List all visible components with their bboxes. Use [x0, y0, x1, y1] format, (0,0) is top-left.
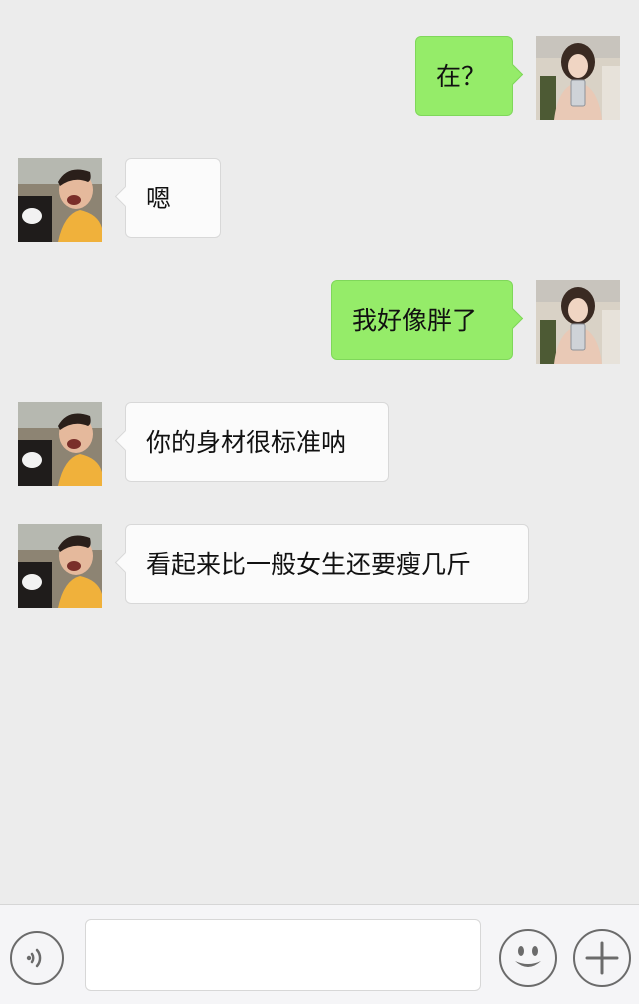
- message-row: 你的身材很标准呐: [0, 402, 639, 486]
- incoming-bubble[interactable]: 嗯: [114, 158, 221, 238]
- outgoing-bubble[interactable]: 我好像胖了: [331, 280, 524, 360]
- message-row: 我好像胖了: [0, 280, 639, 364]
- message-text: 你的身材很标准呐: [146, 427, 347, 457]
- incoming-bubble[interactable]: 看起来比一般女生还要瘦几斤: [114, 524, 529, 604]
- bubble-tail: [114, 429, 137, 452]
- message-input[interactable]: [85, 919, 481, 991]
- emoji-icon: [515, 946, 541, 967]
- message-text: 我好像胖了: [352, 305, 478, 335]
- bubble-tail: [114, 185, 137, 208]
- voice-icon: [26, 948, 42, 968]
- contact-avatar[interactable]: [18, 524, 102, 608]
- contact-avatar[interactable]: [18, 158, 102, 242]
- message-list[interactable]: 在？ 嗯 我好像胖了 你的身材很标准呐 看起来比一般女生还要瘦几斤: [0, 0, 639, 904]
- message-row: 看起来比一般女生还要瘦几斤: [0, 524, 639, 608]
- chat-screen: 在？ 嗯 我好像胖了 你的身材很标准呐 看起来比一般女生还要瘦几斤: [0, 0, 639, 1004]
- message-row: 在？: [0, 36, 639, 120]
- incoming-bubble[interactable]: 你的身材很标准呐: [114, 402, 389, 482]
- bubble-tail: [501, 307, 524, 330]
- message-text: 在？: [436, 61, 487, 91]
- message-text: 看起来比一般女生还要瘦几斤: [146, 549, 472, 579]
- input-bar: [0, 904, 639, 1004]
- plus-button[interactable]: [573, 929, 631, 987]
- bubble-tail: [501, 63, 524, 86]
- self-avatar[interactable]: [536, 36, 620, 120]
- bubble-tail: [114, 551, 137, 574]
- contact-avatar[interactable]: [18, 402, 102, 486]
- message-row: 嗯: [0, 158, 639, 242]
- emoji-button[interactable]: [499, 929, 557, 987]
- message-text: 嗯: [146, 183, 172, 213]
- voice-button[interactable]: [10, 931, 64, 985]
- outgoing-bubble[interactable]: 在？: [415, 36, 524, 116]
- self-avatar[interactable]: [536, 280, 620, 364]
- plus-icon: [585, 941, 619, 975]
